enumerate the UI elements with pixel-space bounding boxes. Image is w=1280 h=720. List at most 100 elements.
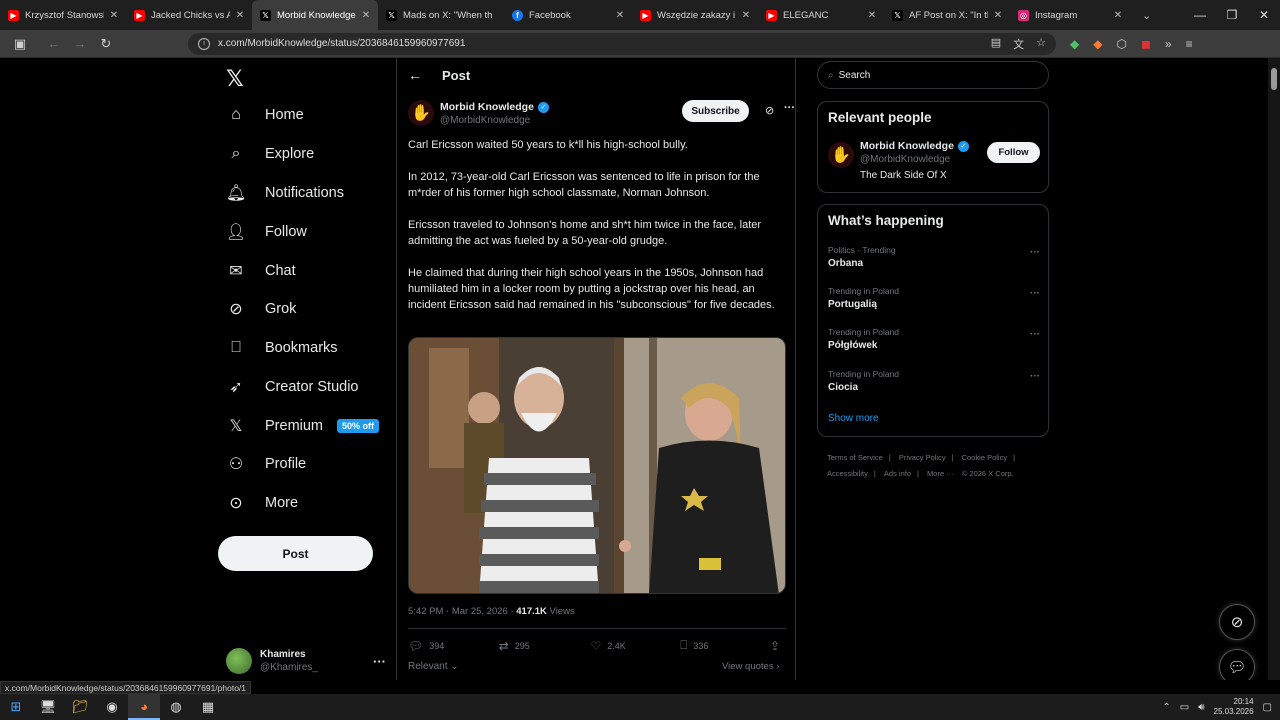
trend-item[interactable]: Trending in Poland Ciocia ··· xyxy=(828,369,1040,409)
back-icon[interactable]: ← xyxy=(42,36,66,51)
author-avatar[interactable]: ✋ xyxy=(408,100,434,126)
footer-link[interactable]: Cookie Policy xyxy=(962,453,1007,462)
volume-icon[interactable]: 🔊︎ xyxy=(1198,702,1204,713)
footer-link[interactable]: More ··· xyxy=(927,469,954,478)
firefox-icon[interactable]: ◕ xyxy=(128,694,160,720)
extensions-icon[interactable]: ⬡ xyxy=(1116,37,1126,51)
share-button[interactable]: ⇪ xyxy=(770,639,786,653)
scrollbar[interactable] xyxy=(1268,58,1280,680)
more-options-icon[interactable]: ··· xyxy=(1030,329,1040,340)
overflow-menu-icon[interactable]: » xyxy=(1165,37,1172,51)
folder-icon[interactable]: 📁︎ xyxy=(64,694,96,720)
footer-link[interactable]: Accessibility xyxy=(827,469,868,478)
nav-item-notifications[interactable]: 🔔︎ Notifications xyxy=(226,179,344,207)
browser-tab[interactable]: ◎ Instagram ✕ xyxy=(1010,0,1130,30)
more-options-icon[interactable]: ··· xyxy=(1030,371,1040,382)
like-button[interactable]: ♡ 2.4K xyxy=(590,639,680,653)
browser-tab[interactable]: ▶Jacked Chicks vs Average✕ xyxy=(126,0,252,30)
search-input[interactable]: ⌕ Search xyxy=(817,61,1049,89)
nav-item-bookmarks[interactable]: ⎕ Bookmarks xyxy=(226,334,337,362)
close-icon[interactable]: ✕ xyxy=(360,10,372,21)
nav-item-more[interactable]: ⊙ More xyxy=(226,489,298,517)
reader-mode-icon[interactable]: ▤ xyxy=(991,36,1001,52)
close-window-icon[interactable]: ✕ xyxy=(1248,8,1280,22)
star-icon[interactable]: ☆ xyxy=(1036,36,1046,52)
show-more-link[interactable]: Show more xyxy=(828,413,879,424)
nav-item-chat[interactable]: ✉ Chat xyxy=(226,257,295,285)
footer-link[interactable]: Privacy Policy xyxy=(899,453,946,462)
nav-item-premium[interactable]: 𝕏 Premium 50% off xyxy=(226,412,380,440)
start-icon[interactable]: ⊞ xyxy=(0,694,32,720)
maximize-icon[interactable]: ❐ xyxy=(1216,8,1248,22)
view-quotes-link[interactable]: View quotes › xyxy=(722,661,779,672)
notification-icon[interactable]: ▢ xyxy=(1263,702,1272,713)
tab-list-chevron-icon[interactable]: ⌄ xyxy=(1142,9,1151,22)
clock[interactable]: 20:14 25.03.2026 xyxy=(1214,697,1254,717)
reload-icon[interactable]: ↻ xyxy=(94,36,118,52)
follow-button[interactable]: Follow xyxy=(987,142,1040,163)
author-handle[interactable]: @MorbidKnowledge xyxy=(440,115,530,126)
more-options-icon[interactable]: ··· xyxy=(784,102,795,114)
post-button[interactable]: Post xyxy=(218,536,373,571)
fox-extension-icon[interactable]: ◆ xyxy=(1093,37,1102,51)
grok-floating-button[interactable]: ⊘ xyxy=(1219,604,1255,640)
steam-icon[interactable]: ◉ xyxy=(96,694,128,720)
reply-button[interactable]: 💬︎ 394 xyxy=(408,639,499,653)
nav-item-grok[interactable]: ⊘ Grok xyxy=(226,295,296,323)
relevant-person[interactable]: ✋ Morbid Knowledge ✓ @MorbidKnowledge The… xyxy=(828,140,1040,186)
reply-sort-dropdown[interactable]: Relevant ⌄ xyxy=(408,661,459,672)
back-arrow-icon[interactable]: ← xyxy=(408,67,422,83)
subscribe-button[interactable]: Subscribe xyxy=(682,100,749,122)
close-icon[interactable]: ✕ xyxy=(992,10,1004,21)
addon-icon[interactable]: ◼ xyxy=(1141,37,1151,51)
trend-item[interactable]: Politics · Trending Orbana ··· xyxy=(828,245,1040,285)
repost-button[interactable]: ⇄ 295 xyxy=(499,639,591,653)
close-icon[interactable]: ✕ xyxy=(234,10,246,21)
grok-icon[interactable]: ⊘ xyxy=(765,104,774,117)
site-info-icon[interactable]: i xyxy=(198,37,210,50)
browser-tab-active[interactable]: 𝕏Morbid Knowledge on X:✕ xyxy=(252,0,378,30)
calculator-icon[interactable]: ▦ xyxy=(192,694,224,720)
author-name[interactable]: Morbid Knowledge ✓ xyxy=(440,101,549,113)
footer-link[interactable]: Terms of Service xyxy=(827,453,883,462)
forward-icon[interactable]: → xyxy=(68,36,92,51)
bookmark-button[interactable]: ⎕ 336 xyxy=(680,638,770,653)
account-switcher[interactable]: Khamires @Khamires_ ··· xyxy=(226,648,386,674)
more-options-icon[interactable]: ··· xyxy=(1030,247,1040,258)
footer-link[interactable]: Ads info xyxy=(884,469,911,478)
nav-item-explore[interactable]: ⌕ Explore xyxy=(226,140,315,168)
network-icon[interactable]: ▭ xyxy=(1180,702,1189,713)
close-icon[interactable]: ✕ xyxy=(866,10,878,21)
chat-floating-button[interactable]: 💬︎ xyxy=(1219,649,1255,680)
translate-icon[interactable]: 文 xyxy=(1013,36,1024,52)
scrollbar-thumb[interactable] xyxy=(1271,68,1277,90)
x-logo-icon[interactable]: 𝕏 xyxy=(226,66,244,92)
close-icon[interactable]: ✕ xyxy=(740,10,752,21)
minimize-icon[interactable]: — xyxy=(1184,8,1216,22)
close-icon[interactable]: ✕ xyxy=(614,10,626,21)
chevron-up-icon[interactable]: ⌃ xyxy=(1162,702,1170,713)
trend-item[interactable]: Trending in Poland Portugalią ··· xyxy=(828,286,1040,326)
browser-tab[interactable]: ▶Wszędzie zakazy i preten✕ xyxy=(632,0,758,30)
nav-item-home[interactable]: ⌂ Home xyxy=(226,101,304,129)
shield-icon[interactable]: ◆ xyxy=(1070,37,1079,51)
browser-tab[interactable]: ▶Krzysztof Stanowski. W ja✕ xyxy=(0,0,126,30)
trend-item[interactable]: Trending in Poland Półgłówek ··· xyxy=(828,327,1040,367)
browser-tab[interactable]: f Facebook ✕ xyxy=(504,0,632,30)
browser-tab[interactable]: ▶ ELEGANC ✕ xyxy=(758,0,884,30)
close-icon[interactable]: ✕ xyxy=(1112,10,1124,21)
browser-tab[interactable]: 𝕏 Mads on X: "When th xyxy=(378,0,504,30)
post-photo[interactable] xyxy=(408,337,786,594)
sidebar-toggle-icon[interactable]: ▣ xyxy=(8,36,32,52)
app-icon[interactable]: 🖥︎ xyxy=(32,694,64,720)
browser-tab[interactable]: 𝕏AF Post on X: "In the first✕ xyxy=(884,0,1010,30)
nav-item-follow[interactable]: 👤︎ Follow xyxy=(226,218,307,246)
url-field[interactable]: i x.com/MorbidKnowledge/status/203684615… xyxy=(188,32,1056,55)
menu-icon[interactable]: ≡ xyxy=(1186,37,1193,51)
app-icon[interactable]: ◍ xyxy=(160,694,192,720)
close-icon[interactable]: ✕ xyxy=(108,10,120,21)
nav-item-creator-studio[interactable]: ➶ Creator Studio xyxy=(226,373,358,401)
more-options-icon[interactable]: ··· xyxy=(1030,288,1040,299)
more-options-icon[interactable]: ··· xyxy=(373,654,386,669)
post-timestamp[interactable]: 5:42 PM · Mar 25, 2026 · 417.1K Views xyxy=(408,606,575,617)
